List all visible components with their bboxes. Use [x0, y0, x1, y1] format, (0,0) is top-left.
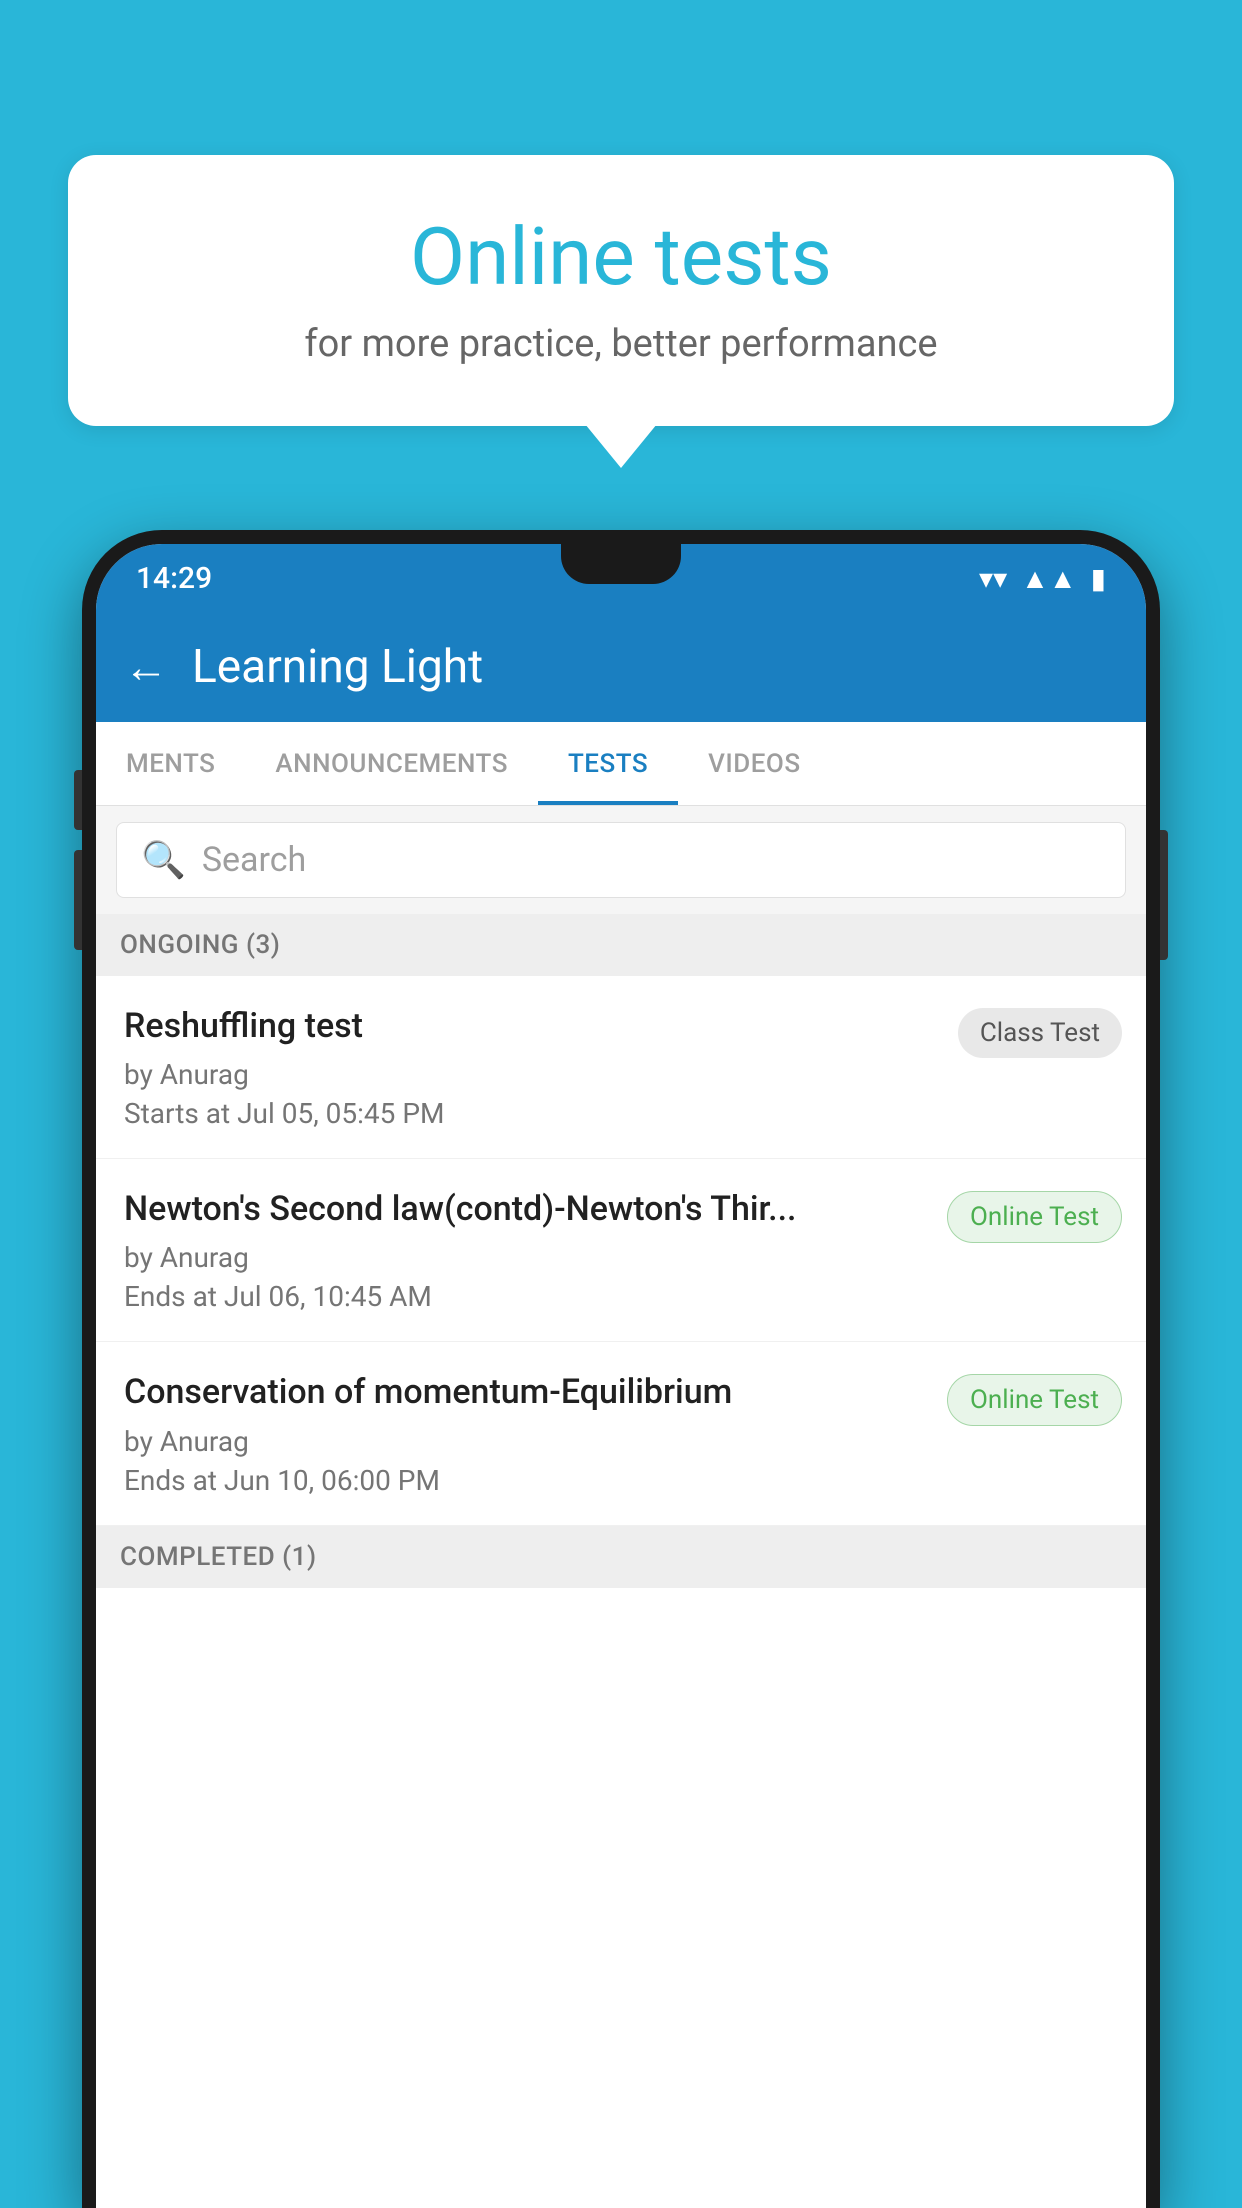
test-item-conservation[interactable]: Conservation of momentum-Equilibrium by …: [96, 1342, 1146, 1525]
tab-videos[interactable]: VIDEOS: [678, 722, 830, 805]
search-box[interactable]: 🔍 Search: [116, 822, 1126, 898]
completed-section-header: COMPLETED (1): [96, 1526, 1146, 1588]
phone-screen: 14:29 ▾▾ ▲▲ ▮ ← Learning Light MENTS ANN…: [96, 544, 1146, 2208]
search-placeholder: Search: [202, 840, 306, 880]
test-date-newton: Ends at Jul 06, 10:45 AM: [124, 1280, 931, 1313]
test-author-conservation: by Anurag: [124, 1425, 931, 1458]
tab-tests[interactable]: TESTS: [538, 722, 678, 805]
side-button-power: [1160, 830, 1168, 960]
test-info-newton: Newton's Second law(contd)-Newton's Thir…: [124, 1187, 931, 1313]
test-badge-conservation: Online Test: [947, 1374, 1122, 1426]
test-badge-newton: Online Test: [947, 1191, 1122, 1243]
completed-header-text: COMPLETED (1): [120, 1542, 317, 1572]
test-title-newton: Newton's Second law(contd)-Newton's Thir…: [124, 1187, 931, 1231]
tab-announcements[interactable]: ANNOUNCEMENTS: [245, 722, 538, 805]
signal-icon: ▲▲: [1021, 562, 1076, 595]
search-container: 🔍 Search: [96, 806, 1146, 914]
battery-icon: ▮: [1091, 562, 1106, 595]
tab-ments[interactable]: MENTS: [96, 722, 245, 805]
ongoing-header-text: ONGOING (3): [120, 930, 280, 960]
speech-bubble: Online tests for more practice, better p…: [68, 155, 1174, 426]
status-time: 14:29: [136, 561, 212, 596]
side-button-volume-down: [74, 850, 82, 950]
search-icon: 🔍: [141, 839, 186, 881]
app-bar-title: Learning Light: [192, 640, 483, 694]
phone-shell: 14:29 ▾▾ ▲▲ ▮ ← Learning Light MENTS ANN…: [82, 530, 1160, 2208]
test-title-reshuffling: Reshuffling test: [124, 1004, 942, 1048]
test-author-newton: by Anurag: [124, 1241, 931, 1274]
wifi-icon: ▾▾: [979, 562, 1007, 595]
back-button[interactable]: ←: [124, 641, 168, 693]
test-item-reshuffling[interactable]: Reshuffling test by Anurag Starts at Jul…: [96, 976, 1146, 1159]
test-item-newton[interactable]: Newton's Second law(contd)-Newton's Thir…: [96, 1159, 1146, 1342]
test-info-reshuffling: Reshuffling test by Anurag Starts at Jul…: [124, 1004, 942, 1130]
app-bar: ← Learning Light: [96, 612, 1146, 722]
ongoing-section-header: ONGOING (3): [96, 914, 1146, 976]
bubble-subtitle: for more practice, better performance: [128, 322, 1114, 366]
side-button-volume-up: [74, 770, 82, 830]
test-info-conservation: Conservation of momentum-Equilibrium by …: [124, 1370, 931, 1496]
bubble-title: Online tests: [128, 210, 1114, 304]
phone-notch: [561, 544, 681, 584]
test-badge-reshuffling: Class Test: [958, 1008, 1122, 1058]
test-author-reshuffling: by Anurag: [124, 1058, 942, 1091]
status-icons: ▾▾ ▲▲ ▮: [979, 562, 1106, 595]
test-title-conservation: Conservation of momentum-Equilibrium: [124, 1370, 931, 1414]
tests-list: Reshuffling test by Anurag Starts at Jul…: [96, 976, 1146, 2208]
test-date-conservation: Ends at Jun 10, 06:00 PM: [124, 1464, 931, 1497]
test-date-reshuffling: Starts at Jul 05, 05:45 PM: [124, 1097, 942, 1130]
tabs-bar: MENTS ANNOUNCEMENTS TESTS VIDEOS: [96, 722, 1146, 806]
